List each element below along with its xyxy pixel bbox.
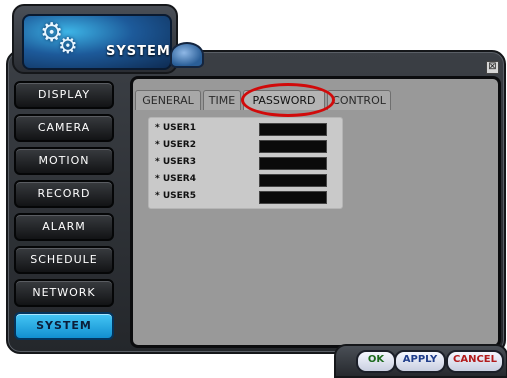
apply-button[interactable]: APPLY (394, 350, 446, 373)
password-row: * USER1 (149, 121, 342, 138)
user2-password-field[interactable] (259, 140, 327, 153)
user-label: * USER3 (155, 157, 196, 167)
window-header: ⚙ ⚙ SYSTEM (12, 4, 178, 74)
password-row: * USER3 (149, 155, 342, 172)
header-knob (170, 42, 204, 68)
gear-icon: ⚙ (58, 34, 78, 59)
password-row: * USER2 (149, 138, 342, 155)
sidebar-item-system[interactable]: SYSTEM (14, 312, 114, 340)
user1-password-field[interactable] (259, 123, 327, 136)
sidebar-item-alarm[interactable]: ALARM (14, 213, 114, 241)
header-badge: ⚙ ⚙ (22, 14, 172, 70)
user-label: * USER4 (155, 174, 196, 184)
password-row: * USER4 (149, 172, 342, 189)
window-title: SYSTEM (106, 44, 171, 59)
sidebar-item-record[interactable]: RECORD (14, 180, 114, 208)
ok-button[interactable]: OK (356, 350, 396, 373)
tab-time[interactable]: TIME (203, 90, 241, 110)
sidebar-item-motion[interactable]: MOTION (14, 147, 114, 175)
sidebar-item-schedule[interactable]: SCHEDULE (14, 246, 114, 274)
user-label: * USER5 (155, 191, 196, 201)
cancel-button[interactable]: CANCEL (446, 350, 504, 373)
active-tab-highlight (241, 83, 335, 117)
sidebar-item-network[interactable]: NETWORK (14, 279, 114, 307)
user-label: * USER1 (155, 123, 196, 133)
sidebar-item-display[interactable]: DISPLAY (14, 81, 114, 109)
password-list: * USER1 * USER2 * USER3 * USER4 * USER5 (148, 117, 343, 209)
password-row: * USER5 (149, 189, 342, 206)
user-label: * USER2 (155, 140, 196, 150)
user5-password-field[interactable] (259, 191, 327, 204)
close-button[interactable]: ⊠ (486, 61, 499, 74)
tab-general[interactable]: GENERAL (135, 90, 201, 110)
user3-password-field[interactable] (259, 157, 327, 170)
tab-control[interactable]: CONTROL (327, 90, 391, 110)
user4-password-field[interactable] (259, 174, 327, 187)
sidebar-item-camera[interactable]: CAMERA (14, 114, 114, 142)
